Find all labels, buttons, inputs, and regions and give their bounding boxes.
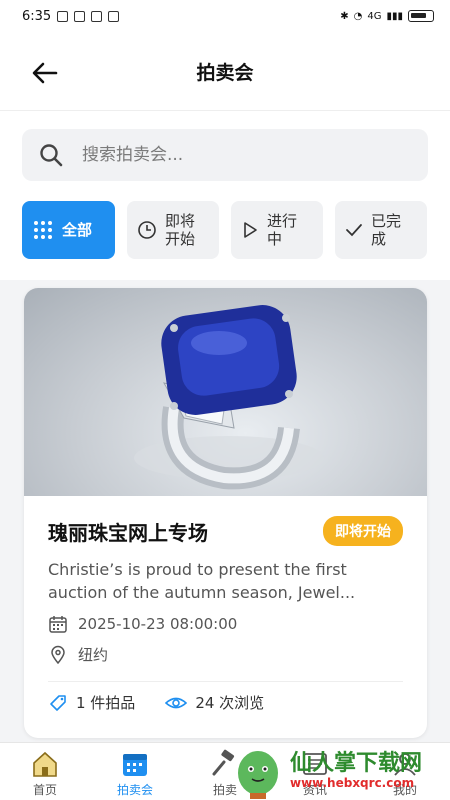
- notification-icon: [57, 10, 69, 22]
- tag-icon: [50, 694, 66, 711]
- nav-home[interactable]: 首页: [10, 749, 80, 798]
- status-bar: 6:35 ✱ ◔ 4G ▮▮▮: [0, 0, 450, 32]
- header: 拍卖会: [0, 32, 450, 110]
- view-count: 24 次浏览: [165, 692, 264, 713]
- auction-stats: 1 件拍品 24 次浏览: [48, 692, 403, 713]
- auction-title: 瑰丽珠宝网上专场: [48, 520, 208, 545]
- watermark-text-block: 仙人掌下载网 www.hebxqrc.com: [290, 751, 423, 791]
- filter-tabs: 全部 即将开始 进行中 已完成: [22, 201, 427, 259]
- eye-icon: [165, 697, 188, 708]
- divider: [48, 681, 403, 682]
- view-count-text: 24 次浏览: [195, 694, 265, 712]
- grid-icon: [34, 221, 52, 239]
- nav-label: 首页: [32, 783, 57, 797]
- location-pin-icon: [51, 645, 65, 664]
- filter-label: 进行中: [267, 212, 298, 248]
- auction-date-row: 2025-10-23 08:00:00: [48, 614, 403, 634]
- watermark-text: 仙人掌下载网: [290, 751, 423, 776]
- auction-description: Christie’s is proud to present the first…: [48, 560, 356, 602]
- auction-date: 2025-10-23 08:00:00: [78, 615, 238, 633]
- status-right: ✱ ◔ 4G ▮▮▮: [340, 10, 434, 22]
- cactus-logo-icon: [238, 751, 278, 799]
- filter-completed[interactable]: 已完成: [335, 201, 427, 259]
- filter-label: 全部: [62, 221, 93, 239]
- notification-icon: [108, 10, 120, 22]
- search-input[interactable]: [82, 145, 382, 165]
- nav-label: 拍卖会: [116, 783, 153, 797]
- search-filter-area: 全部 即将开始 进行中 已完成: [0, 110, 450, 280]
- sapphire-ring-image: [134, 305, 324, 490]
- calendar-icon: [123, 754, 147, 776]
- arrow-left-icon: [32, 62, 58, 84]
- card-title-row: 瑰丽珠宝网上专场 即将开始: [48, 516, 403, 546]
- filter-in-progress[interactable]: 进行中: [231, 201, 323, 259]
- card-body: 瑰丽珠宝网上专场 即将开始 Christie’s is proud to pre…: [24, 516, 427, 713]
- auction-image: [24, 288, 427, 496]
- play-icon: [244, 222, 257, 238]
- lot-count: 1 件拍品: [48, 692, 135, 713]
- search-icon: [40, 144, 63, 167]
- nav-auctions[interactable]: 拍卖会: [100, 749, 170, 798]
- status-time: 6:35: [22, 8, 52, 24]
- auction-card[interactable]: 瑰丽珠宝网上专场 即将开始 Christie’s is proud to pre…: [24, 288, 427, 738]
- calendar-icon: [49, 616, 67, 633]
- clock-icon: [138, 221, 156, 239]
- network-label: 4G: [367, 10, 382, 22]
- bluetooth-icon: ✱: [340, 10, 349, 22]
- home-icon: [33, 751, 57, 777]
- filter-upcoming[interactable]: 即将开始: [127, 201, 219, 259]
- check-icon: [346, 224, 362, 237]
- battery-icon: [408, 10, 434, 22]
- filter-label: 即将开始: [165, 212, 196, 248]
- auction-location-row: 纽约: [48, 644, 403, 665]
- lot-count-text: 1 件拍品: [76, 694, 136, 712]
- site-watermark: 仙人掌下载网 www.hebxqrc.com: [232, 742, 450, 800]
- signal-icon: ▮▮▮: [386, 10, 403, 22]
- filter-label: 已完成: [371, 212, 402, 248]
- watermark-url: www.hebxqrc.com: [290, 776, 415, 790]
- filter-all[interactable]: 全部: [22, 201, 115, 259]
- search-box[interactable]: [22, 129, 428, 181]
- status-left: 6:35: [22, 8, 120, 24]
- back-button[interactable]: [30, 58, 70, 88]
- wifi-icon: ◔: [353, 10, 363, 22]
- notification-icon: [74, 10, 86, 22]
- page-title: 拍卖会: [196, 61, 254, 84]
- status-badge: 即将开始: [323, 516, 403, 546]
- notification-icon: [91, 10, 103, 22]
- auction-location: 纽约: [78, 646, 109, 664]
